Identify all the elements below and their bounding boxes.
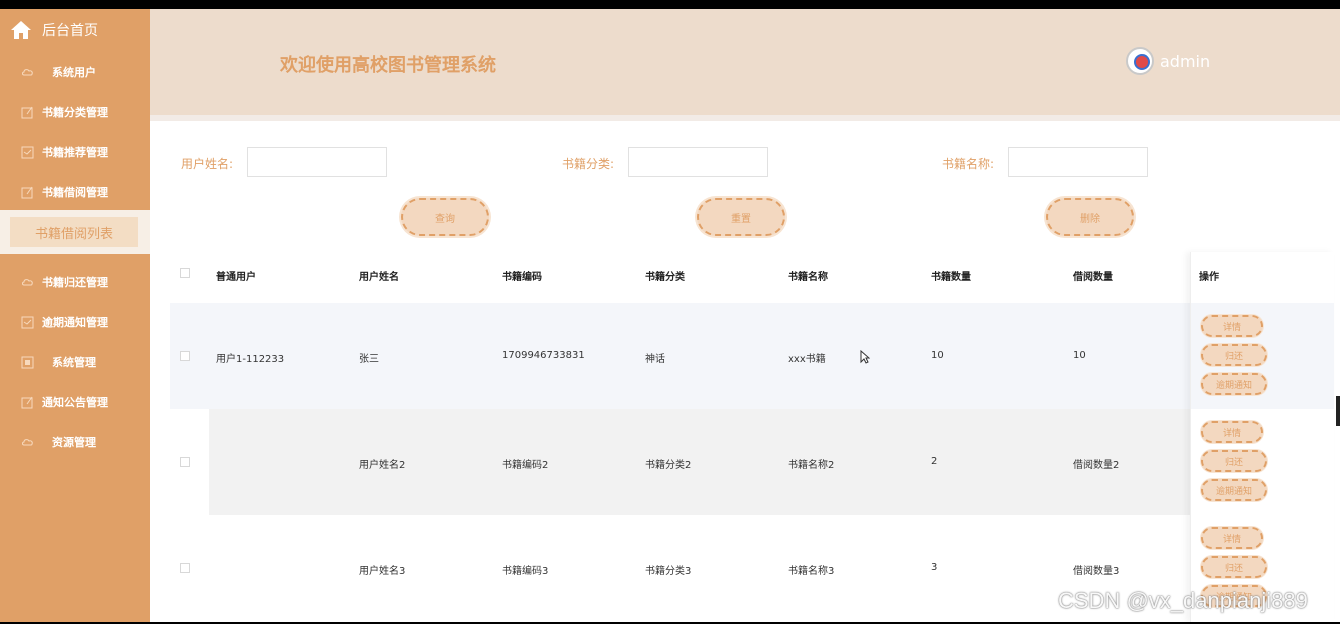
- sidebar-item-label: 系统用户: [52, 66, 96, 79]
- edit-icon: [21, 396, 33, 408]
- delete-button[interactable]: 删除: [1046, 198, 1134, 236]
- reset-button[interactable]: 重置: [697, 198, 785, 236]
- username: admin: [1160, 51, 1211, 71]
- app-window: 后台首页 系统用户 书籍分类管理 书籍推荐管理 书籍借阅管理 书籍借阅列表 书籍…: [0, 9, 1340, 622]
- cell-user-name: 张三: [359, 354, 379, 365]
- sidebar-item-notice[interactable]: 通知公告管理: [0, 387, 150, 417]
- row-highlight: [209, 409, 1190, 515]
- cloud-icon: [22, 68, 33, 75]
- cell-category: 书籍分类3: [645, 566, 692, 577]
- user-name-input[interactable]: [247, 147, 387, 177]
- top-header: 欢迎使用高校图书管理系统 admin: [150, 9, 1340, 115]
- sidebar-subitem-borrow-list[interactable]: 书籍借阅列表: [0, 210, 150, 254]
- sidebar-item-recommend[interactable]: 书籍推荐管理: [0, 137, 150, 167]
- cell-book-name: xxx书籍: [788, 354, 826, 365]
- cell-book-code: 书籍编码2: [502, 460, 549, 471]
- table-row[interactable]: 用户1-112233 张三 1709946733831 神话 xxx书籍 10 …: [170, 303, 1334, 409]
- cell-user-name: 用户姓名3: [359, 566, 406, 577]
- column-header: 书籍名称: [788, 272, 828, 283]
- sidebar-item-label: 书籍分类管理: [42, 106, 108, 119]
- cell-category: 书籍分类2: [645, 460, 692, 471]
- row-checkbox[interactable]: [180, 563, 190, 573]
- cell-user-name: 用户姓名2: [359, 460, 406, 471]
- overdue-notice-button[interactable]: 逾期通知: [1201, 373, 1267, 395]
- watermark: CSDN @vx_danpianji889: [1058, 588, 1308, 613]
- column-header: 用户姓名: [359, 272, 399, 283]
- row-checkbox[interactable]: [180, 457, 190, 467]
- book-name-input[interactable]: [1008, 147, 1148, 177]
- sidebar-item-system-users[interactable]: 系统用户: [0, 57, 150, 87]
- message-icon: [21, 316, 34, 328]
- sidebar: 后台首页 系统用户 书籍分类管理 书籍推荐管理 书籍借阅管理 书籍借阅列表 书籍…: [0, 9, 150, 622]
- table-header: 普通用户 用户姓名 书籍编码 书籍分类 书籍名称 书籍数量 借阅数量 操作: [170, 252, 1334, 294]
- sidebar-item-resource[interactable]: 资源管理: [0, 427, 150, 457]
- edit-icon: [21, 186, 33, 198]
- sidebar-item-label: 系统管理: [52, 356, 96, 369]
- book-name-label: 书籍名称:: [942, 157, 995, 171]
- column-header: 书籍分类: [645, 272, 685, 283]
- cell-book-count: 10: [931, 350, 944, 361]
- cell-book-count: 2: [931, 456, 938, 467]
- sidebar-item-category[interactable]: 书籍分类管理: [0, 97, 150, 127]
- cell-category: 神话: [645, 354, 665, 365]
- column-header: 书籍数量: [931, 272, 971, 283]
- sidebar-item-borrow[interactable]: 书籍借阅管理: [0, 177, 150, 207]
- avatar: [1126, 47, 1154, 75]
- sidebar-item-overdue[interactable]: 逾期通知管理: [0, 307, 150, 337]
- sidebar-item-label: 书籍推荐管理: [42, 146, 108, 159]
- column-header: 普通用户: [216, 272, 256, 283]
- square-icon: [21, 356, 34, 368]
- cell-user: 用户1-112233: [216, 354, 285, 365]
- message-icon: [21, 146, 34, 158]
- return-button[interactable]: 归还: [1201, 556, 1267, 578]
- query-button[interactable]: 查询: [401, 198, 489, 236]
- return-button[interactable]: 归还: [1201, 450, 1267, 472]
- sidebar-item-label: 书籍借阅管理: [42, 186, 108, 199]
- sidebar-item-system[interactable]: 系统管理: [0, 347, 150, 377]
- scrollbar-thumb[interactable]: [1336, 396, 1340, 426]
- sidebar-item-label: 逾期通知管理: [42, 316, 108, 329]
- actions-column: 详情 归还 逾期通知 详情 归还 逾期通知 详情 归还 逾期通知: [1190, 252, 1334, 622]
- row-checkbox[interactable]: [180, 351, 190, 361]
- category-label: 书籍分类:: [562, 157, 615, 171]
- cell-borrow-count: 借阅数量2: [1073, 460, 1120, 471]
- detail-button[interactable]: 详情: [1201, 315, 1263, 337]
- detail-button[interactable]: 详情: [1201, 421, 1263, 443]
- table-row[interactable]: 用户姓名2 书籍编码2 书籍分类2 书籍名称2 2 借阅数量2: [170, 409, 1334, 515]
- sidebar-item-label: 书籍归还管理: [42, 276, 108, 289]
- mouse-cursor-icon: [860, 350, 870, 364]
- detail-button[interactable]: 详情: [1201, 527, 1263, 549]
- cloud-icon: [22, 438, 33, 445]
- sidebar-home-label: 后台首页: [42, 23, 98, 39]
- cell-book-code: 1709946733831: [502, 350, 585, 361]
- cell-book-name: 书籍名称2: [788, 460, 835, 471]
- page-title: 欢迎使用高校图书管理系统: [280, 55, 496, 76]
- column-header: 书籍编码: [502, 272, 542, 283]
- column-header: 借阅数量: [1073, 272, 1113, 283]
- sidebar-item-label: 资源管理: [52, 436, 96, 449]
- overdue-notice-button[interactable]: 逾期通知: [1201, 479, 1267, 501]
- sidebar-item-label: 通知公告管理: [42, 396, 108, 409]
- user-name-label: 用户姓名:: [181, 157, 234, 171]
- category-input[interactable]: [628, 147, 768, 177]
- return-button[interactable]: 归还: [1201, 344, 1267, 366]
- cell-book-count: 3: [931, 562, 938, 573]
- user-menu[interactable]: admin: [1126, 47, 1210, 75]
- cell-borrow-count: 10: [1073, 350, 1086, 361]
- sidebar-home[interactable]: 后台首页: [10, 19, 98, 41]
- sidebar-item-return[interactable]: 书籍归还管理: [0, 267, 150, 297]
- home-icon: [11, 21, 31, 39]
- select-all-checkbox[interactable]: [180, 268, 190, 278]
- sidebar-subitem-label: 书籍借阅列表: [10, 217, 138, 247]
- edit-icon: [21, 106, 33, 118]
- cell-borrow-count: 借阅数量3: [1073, 566, 1120, 577]
- header-divider: [150, 115, 1340, 121]
- cell-book-name: 书籍名称3: [788, 566, 835, 577]
- cell-book-code: 书籍编码3: [502, 566, 549, 577]
- cloud-icon: [22, 278, 33, 285]
